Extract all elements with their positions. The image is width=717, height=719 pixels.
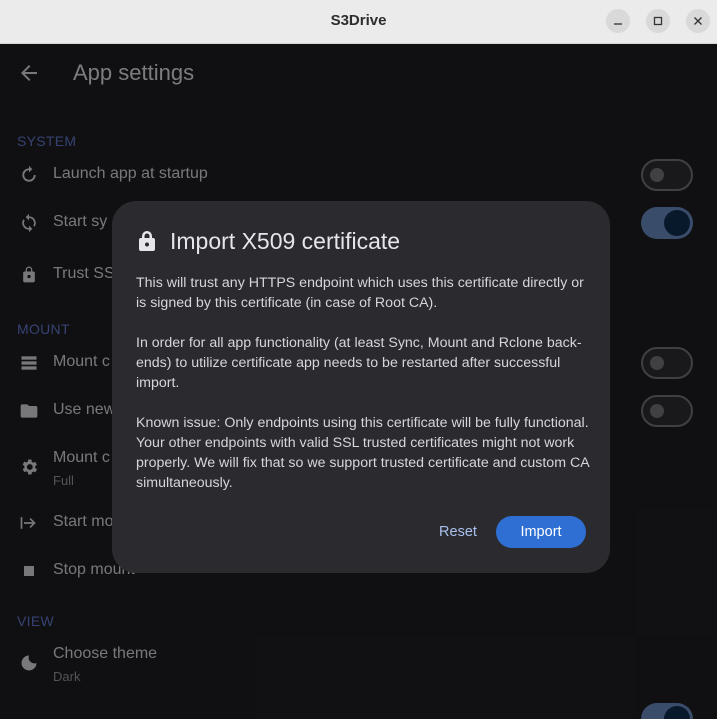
dialog-paragraph: This will trust any HTTPS endpoint which… [136, 275, 584, 311]
window-titlebar: S3Drive [0, 0, 717, 44]
dialog-paragraph: In order for all app functionality (at l… [136, 335, 582, 391]
reset-button[interactable]: Reset [430, 516, 486, 548]
dialog-body: This will trust any HTTPS endpoint which… [136, 273, 596, 513]
close-icon [694, 17, 702, 25]
dialog-title: Import X509 certificate [170, 228, 401, 254]
minimize-button[interactable] [606, 9, 630, 33]
maximize-button[interactable] [646, 9, 670, 33]
import-certificate-dialog: Import X509 certificate This will trust … [112, 201, 610, 573]
lock-icon [139, 231, 155, 251]
minimize-icon [614, 23, 622, 25]
close-button[interactable] [686, 9, 710, 33]
maximize-icon [653, 16, 663, 26]
import-button[interactable]: Import [496, 516, 586, 548]
dialog-paragraph: Known issue: Only endpoints using this c… [136, 415, 589, 491]
